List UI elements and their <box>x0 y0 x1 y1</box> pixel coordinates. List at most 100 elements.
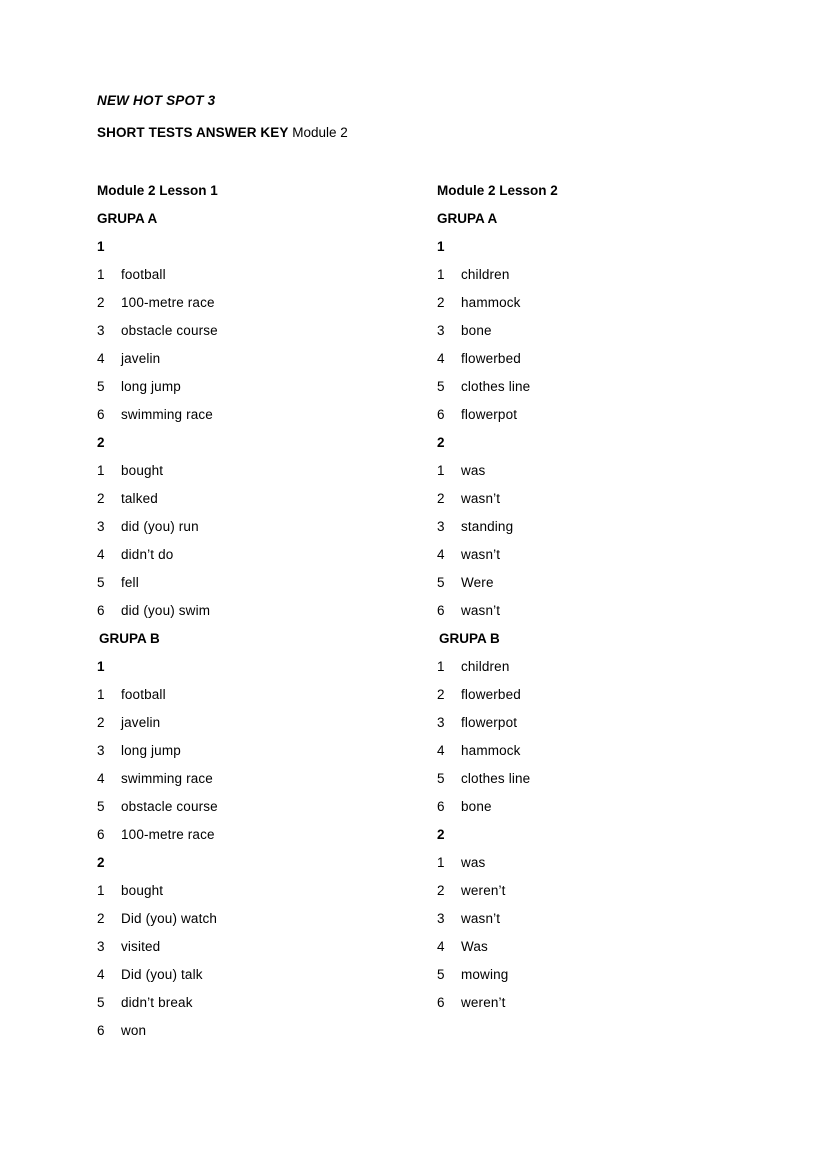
answer-number: 4 <box>97 967 105 982</box>
answer-text: bone <box>461 323 492 338</box>
answer-number: 5 <box>437 967 445 982</box>
answer-number: 2 <box>437 687 445 702</box>
answer-row: 3 bone <box>437 322 767 350</box>
lesson-heading: Module 2 Lesson 2 <box>437 183 558 198</box>
answer-text: hammock <box>461 743 521 758</box>
answer-text: obstacle course <box>121 323 218 338</box>
answer-number: 3 <box>97 939 105 954</box>
answer-row: 1 bought <box>97 462 427 490</box>
answer-number: 2 <box>97 715 105 730</box>
group-heading: GRUPA B <box>99 631 160 646</box>
answer-text: flowerbed <box>461 351 521 366</box>
answer-number: 4 <box>437 547 445 562</box>
answer-row: 6 wasn’t <box>437 602 767 630</box>
answer-text: hammock <box>461 295 521 310</box>
exercise-number: 2 <box>437 827 445 842</box>
answer-text: children <box>461 659 510 674</box>
answer-text: children <box>461 267 510 282</box>
answer-number: 2 <box>437 883 445 898</box>
answer-number: 1 <box>437 659 445 674</box>
answer-row: 5 mowing <box>437 966 767 994</box>
answer-number: 5 <box>97 379 105 394</box>
document-header: NEW HOT SPOT 3 SHORT TESTS ANSWER KEY Mo… <box>97 92 737 141</box>
answer-row: 6 weren’t <box>437 994 767 1022</box>
group-heading: GRUPA A <box>97 211 158 226</box>
answer-text: was <box>461 463 486 478</box>
answer-text: swimming race <box>121 771 213 786</box>
answer-text: mowing <box>461 967 509 982</box>
answer-row: 6 did (you) swim <box>97 602 427 630</box>
column-lesson-1: Module 2 Lesson 1 GRUPA A 1 1 football 2 100-m… <box>97 182 427 1050</box>
answer-row: 1 football <box>97 686 427 714</box>
answer-text: visited <box>121 939 161 954</box>
answer-number: 6 <box>437 995 445 1010</box>
answer-text: obstacle course <box>121 799 218 814</box>
answer-row: 1 was <box>437 854 767 882</box>
exercise-number: 2 <box>97 435 105 450</box>
answer-text: bone <box>461 799 492 814</box>
answer-number: 3 <box>437 519 445 534</box>
answer-number: 1 <box>437 463 445 478</box>
answer-text: Did (you) watch <box>121 911 218 926</box>
answer-text: football <box>121 687 166 702</box>
answer-number: 3 <box>97 323 105 338</box>
answer-text: Did (you) talk <box>121 967 203 982</box>
answer-text: fell <box>121 575 139 590</box>
answer-row: 5 clothes line <box>437 770 767 798</box>
answer-row: 4 Did (you) talk <box>97 966 427 994</box>
exercise-number: 1 <box>97 659 105 674</box>
answer-row: 2 100-metre race <box>97 294 427 322</box>
answer-number: 2 <box>437 491 445 506</box>
answer-row: 1 was <box>437 462 767 490</box>
answer-number: 2 <box>437 295 445 310</box>
group-heading: GRUPA B <box>439 631 500 646</box>
answer-text: Was <box>461 939 488 954</box>
answer-row: 2 hammock <box>437 294 767 322</box>
answer-number: 1 <box>437 855 445 870</box>
answer-row: 6 swimming race <box>97 406 427 434</box>
document-title: NEW HOT SPOT 3 <box>97 93 216 108</box>
answer-text: flowerpot <box>461 407 518 422</box>
answer-number: 4 <box>97 351 105 366</box>
answer-row: 1 children <box>437 658 767 686</box>
answer-number: 5 <box>97 575 105 590</box>
answer-number: 5 <box>437 575 445 590</box>
answer-number: 1 <box>97 883 105 898</box>
exercise-number: 2 <box>97 855 105 870</box>
document-subtitle-module: Module 2 <box>288 125 348 140</box>
answer-row: 4 flowerbed <box>437 350 767 378</box>
answer-number: 3 <box>97 743 105 758</box>
answer-row: 3 wasn’t <box>437 910 767 938</box>
answer-text: weren’t <box>461 995 506 1010</box>
exercise-number: 1 <box>437 239 445 254</box>
answer-row: 3 flowerpot <box>437 714 767 742</box>
answer-row: 1 children <box>437 266 767 294</box>
answer-text: football <box>121 267 166 282</box>
answer-text: was <box>461 855 486 870</box>
answer-text: wasn’t <box>461 491 501 506</box>
answer-row: 5 obstacle course <box>97 798 427 826</box>
answer-text: 100-metre race <box>121 827 215 842</box>
answer-number: 3 <box>437 715 445 730</box>
answer-number: 5 <box>97 799 105 814</box>
answer-number: 2 <box>97 911 105 926</box>
answer-number: 6 <box>437 407 445 422</box>
answer-row: 4 hammock <box>437 742 767 770</box>
answer-row: 3 standing <box>437 518 767 546</box>
answer-number: 1 <box>97 267 105 282</box>
answer-row: 6 100-metre race <box>97 826 427 854</box>
lesson-heading: Module 2 Lesson 1 <box>97 183 218 198</box>
answer-row: 4 Was <box>437 938 767 966</box>
column-lesson-2: Module 2 Lesson 2 GRUPA A 1 1 children 2 hammo… <box>437 182 767 1022</box>
answer-row: 5 long jump <box>97 378 427 406</box>
answer-text: 100-metre race <box>121 295 215 310</box>
answer-key-page: NEW HOT SPOT 3 SHORT TESTS ANSWER KEY Mo… <box>0 0 827 1169</box>
answer-row: 2 flowerbed <box>437 686 767 714</box>
answer-text: bought <box>121 883 164 898</box>
answer-number: 6 <box>97 827 105 842</box>
answer-row: 3 obstacle course <box>97 322 427 350</box>
answer-number: 4 <box>437 351 445 366</box>
answer-text: standing <box>461 519 514 534</box>
answer-row: 2 Did (you) watch <box>97 910 427 938</box>
answer-row: 4 javelin <box>97 350 427 378</box>
